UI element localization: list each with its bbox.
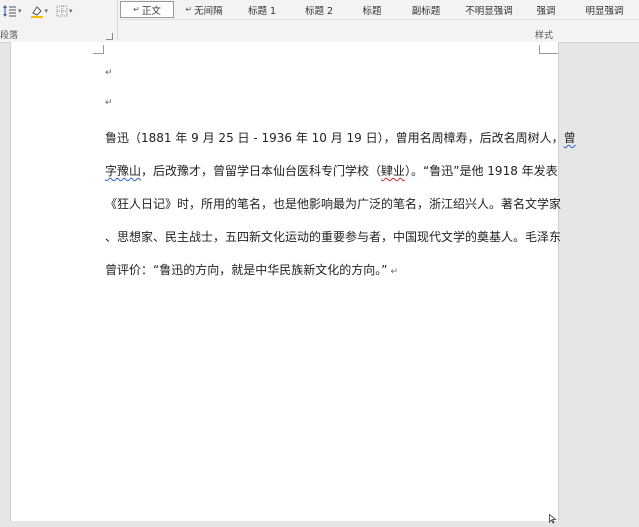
paragraph-mark-icon: ↵ xyxy=(133,5,140,14)
document-body-text[interactable]: 鲁迅（1881 年 9 月 25 日 - 1936 年 10 月 19 日），曾… xyxy=(105,122,576,289)
empty-paragraph-mark: ↵ xyxy=(105,98,113,108)
paragraph-mark-icon: ↵ xyxy=(390,267,398,277)
paragraph-group-label: 段落 xyxy=(0,31,19,41)
style-intense-emphasis[interactable]: 明显强调 xyxy=(570,1,639,18)
style-normal[interactable]: ↵ 正文 xyxy=(120,1,174,18)
style-label: 不明显强调 xyxy=(465,5,513,17)
styles-gallery: ↵ 正文 ↵ 无间隔 标题 1 标题 2 标题 副标题 不明显强调 强调 明显强… xyxy=(120,0,639,20)
style-label: 明显强调 xyxy=(585,5,624,17)
text-line: 鲁迅（1881 年 9 月 25 日 - 1936 年 10 月 19 日），曾… xyxy=(105,131,576,145)
chevron-down-icon: ▾ xyxy=(44,7,49,15)
styles-group-label: 样式 xyxy=(535,31,554,41)
spelling-flag: 肄业 xyxy=(381,164,406,178)
style-subtle-emphasis[interactable]: 不明显强调 xyxy=(456,1,522,18)
style-label: 无间隔 xyxy=(194,5,223,17)
style-label: 标题 xyxy=(362,5,382,17)
style-subtitle[interactable]: 副标题 xyxy=(396,1,456,18)
text-line: 曾评价：“鲁迅的方向，就是中华民族新文化的方向。” ↵ xyxy=(105,263,398,277)
ribbon: ▾ ▾ ▾ 段落 ↵ 正文 ↵ 无间隔 标题 1 标题 2 标题 副标题 不明显… xyxy=(0,0,639,43)
style-heading-1[interactable]: 标题 1 xyxy=(234,1,290,18)
shading-icon xyxy=(30,5,44,18)
grammar-flag: 曾 xyxy=(563,131,576,145)
text-line: 《狂人日记》时，所用的笔名，也是他影响最为广泛的笔名，浙江绍兴人。著名文学家 xyxy=(105,197,562,211)
line-spacing-icon xyxy=(3,5,17,17)
style-label: 强调 xyxy=(536,5,556,17)
borders-icon xyxy=(56,5,68,17)
style-label: 标题 2 xyxy=(304,5,334,17)
shading-button[interactable]: ▾ xyxy=(27,3,52,19)
paragraph-tools: ▾ ▾ ▾ xyxy=(0,2,76,20)
style-label: 副标题 xyxy=(411,5,441,17)
style-heading-2[interactable]: 标题 2 xyxy=(290,1,348,18)
grammar-flag: 字豫山 xyxy=(105,164,142,178)
line-spacing-button[interactable]: ▾ xyxy=(0,3,25,19)
style-emphasis[interactable]: 强调 xyxy=(522,1,570,18)
style-label: 标题 1 xyxy=(247,5,277,17)
chevron-down-icon: ▾ xyxy=(18,7,22,15)
style-title[interactable]: 标题 xyxy=(348,1,396,18)
borders-button[interactable]: ▾ xyxy=(53,3,76,19)
paragraph-mark-icon: ↵ xyxy=(185,5,193,14)
style-label: 正文 xyxy=(141,5,161,17)
margin-corner-mark xyxy=(539,45,558,54)
group-divider xyxy=(117,0,118,40)
document-page[interactable]: ↵ ↵ 鲁迅（1881 年 9 月 25 日 - 1936 年 10 月 19 … xyxy=(10,42,576,521)
margin-corner-mark xyxy=(93,45,104,54)
empty-paragraph-mark: ↵ xyxy=(105,68,113,78)
chevron-down-icon: ▾ xyxy=(69,7,73,15)
paragraph-dialog-launcher[interactable] xyxy=(106,33,113,40)
style-no-spacing[interactable]: ↵ 无间隔 xyxy=(174,1,234,18)
text-line: 字豫山，后改豫才，曾留学日本仙台医科专门学校（肄业）。“鲁迅”是他 1918 年… xyxy=(105,164,558,178)
text-line: 、思想家、民主战士，五四新文化运动的重要参与者，中国现代文学的奠基人。毛泽东 xyxy=(105,230,562,244)
